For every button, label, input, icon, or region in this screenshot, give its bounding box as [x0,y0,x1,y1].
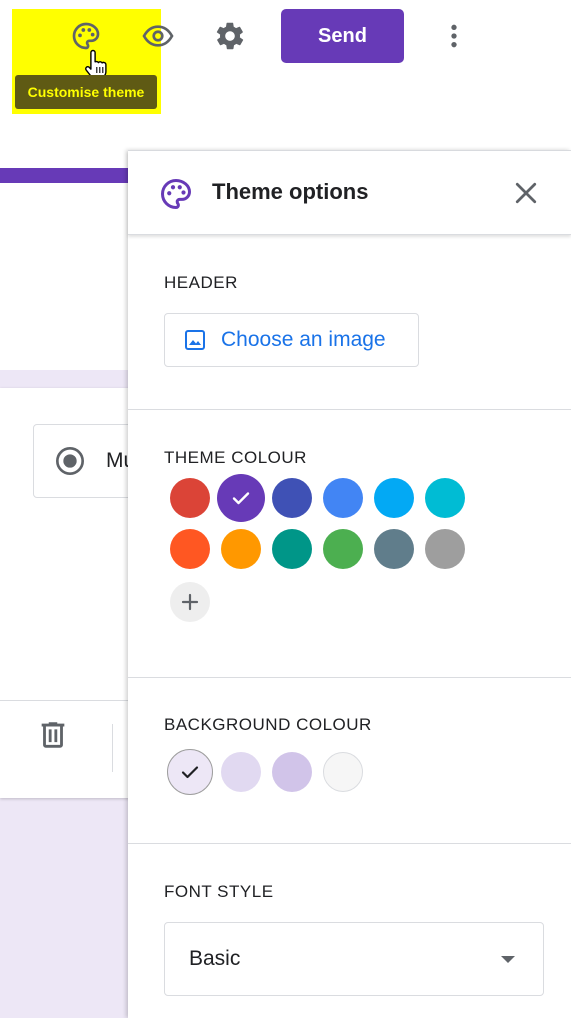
trash-icon[interactable] [36,718,70,752]
header-section-label: HEADER [164,273,238,292]
customise-theme-tooltip: Customise theme [15,75,157,109]
theme-colour-swatch[interactable] [425,529,465,569]
gear-icon [216,22,244,50]
theme-colour-label: THEME COLOUR [164,448,307,467]
header-section: HEADER Choose an image [128,235,571,410]
eye-icon [142,25,174,47]
divider [0,700,130,701]
theme-colour-swatch[interactable] [425,478,465,518]
theme-colour-swatch[interactable] [221,529,261,569]
image-icon [185,330,205,350]
theme-colour-swatch[interactable] [374,529,414,569]
question-card[interactable]: Mu [0,388,153,798]
theme-colour-section: THEME COLOUR [128,410,571,678]
theme-colour-swatch[interactable] [170,478,210,518]
check-icon [181,766,199,779]
form-title-card[interactable] [0,150,130,370]
background-colour-swatch[interactable] [167,749,213,795]
background-colour-swatch[interactable] [221,752,261,792]
font-style-select[interactable]: Basic [164,922,544,996]
theme-colour-swatch[interactable] [272,529,312,569]
settings-button[interactable] [210,16,250,56]
theme-colour-swatch[interactable] [374,478,414,518]
font-style-value: Basic [189,947,241,970]
check-icon [232,492,250,505]
google-forms-customise-theme-screen: Customise theme Send Mu Theme options HE… [0,0,571,1018]
panel-title: Theme options [212,179,369,204]
choose-image-label: Choose an image [221,328,386,351]
radio-button-icon [56,447,84,475]
divider [112,724,113,772]
more-vert-icon [451,24,457,48]
preview-button[interactable] [138,16,178,56]
chevron-down-icon [501,956,515,963]
background-colour-swatch[interactable] [323,752,363,792]
background-colour-swatch[interactable] [272,752,312,792]
theme-colour-swatch[interactable] [272,478,312,518]
form-canvas: Mu [0,150,153,1018]
background-colour-section: BACKGROUND COLOUR [128,678,571,844]
font-style-section: FONT STYLE Basic [128,844,571,1018]
font-style-label: FONT STYLE [164,882,274,901]
theme-colour-swatch[interactable] [323,478,363,518]
theme-colour-swatch[interactable] [323,529,363,569]
card-accent-bar [0,168,130,183]
add-custom-colour-button[interactable] [170,582,210,622]
close-icon[interactable] [511,178,541,208]
theme-colour-swatch[interactable] [170,529,210,569]
plus-icon [181,593,199,611]
theme-colour-swatch[interactable] [217,474,265,522]
more-options-button[interactable] [434,16,474,56]
send-button[interactable]: Send [281,9,404,63]
panel-header: Theme options [128,151,571,235]
top-toolbar: Customise theme Send [0,0,571,150]
background-colour-label: BACKGROUND COLOUR [164,715,372,734]
theme-options-panel: Theme options HEADER Choose an image THE… [128,150,571,1018]
choose-image-button[interactable]: Choose an image [164,313,419,367]
palette-icon [161,178,192,210]
